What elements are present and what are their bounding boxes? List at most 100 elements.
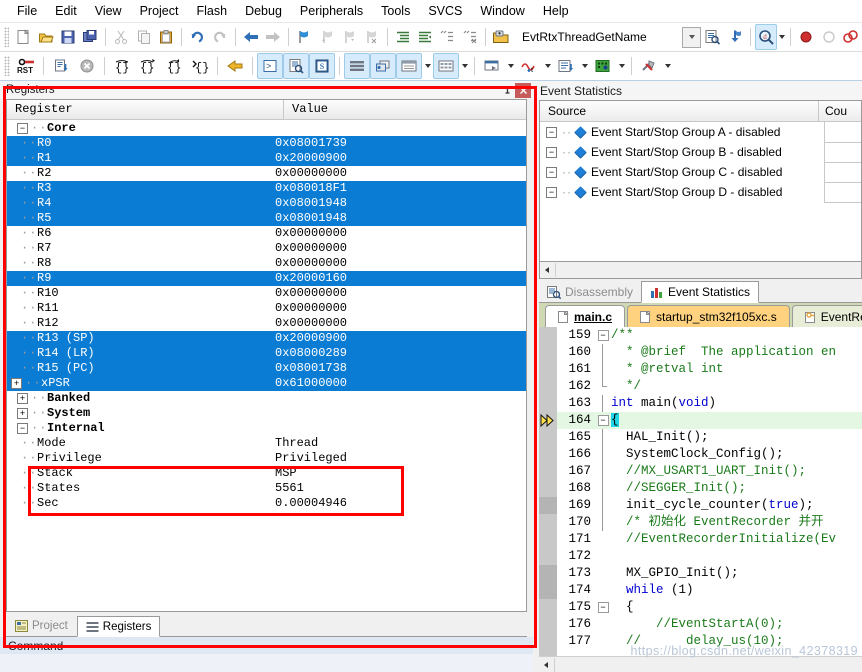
memory-window-icon[interactable]: [433, 53, 459, 79]
scroll-left-icon[interactable]: [540, 263, 556, 277]
register-value[interactable]: 0x00000000: [275, 301, 526, 316]
menu-item-peripherals[interactable]: Peripherals: [291, 2, 372, 20]
event-statistics-row[interactable]: − ·· Event Start/Stop Group A - disabled: [540, 122, 861, 143]
stop-circle-icon[interactable]: [817, 24, 839, 50]
code-line[interactable]: 161 * @retval int: [557, 361, 862, 378]
pin-icon[interactable]: [499, 83, 515, 98]
register-row[interactable]: ···· States 5561: [7, 481, 526, 496]
register-value[interactable]: 0x08001739: [275, 136, 526, 151]
paste-icon[interactable]: [155, 24, 177, 50]
menu-item-help[interactable]: Help: [534, 2, 578, 20]
symbols-icon[interactable]: S: [309, 53, 335, 79]
reset-icon[interactable]: RST: [13, 53, 39, 79]
register-row[interactable]: ···· R11 0x00000000: [7, 301, 526, 316]
tab-registers[interactable]: Registers: [76, 616, 161, 637]
fold-marker[interactable]: [595, 395, 611, 412]
toolbox-icon[interactable]: [636, 53, 662, 79]
bookmark-prev-icon[interactable]: [316, 24, 338, 50]
serial-window-icon[interactable]: [479, 53, 505, 79]
step-into-icon[interactable]: {}: [109, 53, 135, 79]
tree-toggle-icon[interactable]: −: [17, 123, 28, 134]
open-folder-icon[interactable]: [34, 24, 56, 50]
register-row[interactable]: ···· R14 (LR) 0x08000289: [7, 346, 526, 361]
system-viewer-icon[interactable]: [590, 53, 616, 79]
register-row[interactable]: ···· R7 0x00000000: [7, 241, 526, 256]
register-row[interactable]: ···· Sec 0.00004946: [7, 496, 526, 511]
step-out-icon[interactable]: {}: [161, 53, 187, 79]
event-statistics-hscrollbar[interactable]: [539, 262, 862, 279]
chevron-down-icon[interactable]: [682, 26, 702, 48]
menu-item-file[interactable]: File: [8, 2, 46, 20]
cut-icon[interactable]: [110, 24, 132, 50]
code-lines[interactable]: 159−/** 160 * @brief The application en 16…: [557, 327, 862, 656]
code-line[interactable]: 170 /* 初始化 EventRecorder 并开: [557, 514, 862, 531]
register-group-row[interactable]: − ··· Core: [7, 121, 526, 136]
fold-marker[interactable]: [595, 548, 611, 565]
tree-toggle-icon[interactable]: +: [11, 378, 22, 389]
file-tab-startup-s[interactable]: startup_stm32f105xc.s: [627, 305, 790, 327]
register-row[interactable]: ···· R15 (PC) 0x08001738: [7, 361, 526, 376]
fold-marker[interactable]: −: [595, 412, 611, 429]
system-viewer-dropdown-arrow[interactable]: [616, 54, 627, 78]
register-row[interactable]: ···· R6 0x00000000: [7, 226, 526, 241]
code-line[interactable]: 172: [557, 548, 862, 565]
save-all-icon[interactable]: [79, 24, 101, 50]
fold-toggle-icon[interactable]: −: [597, 415, 609, 426]
tree-toggle-icon[interactable]: −: [546, 166, 557, 178]
event-statistics-row[interactable]: − ·· Event Start/Stop Group C - disabled: [540, 161, 861, 183]
code-line[interactable]: 171 //EventRecorderInitialize(Ev: [557, 531, 862, 548]
code-line[interactable]: 169 init_cycle_counter(true);: [557, 497, 862, 514]
tree-toggle-icon[interactable]: +: [17, 393, 28, 404]
column-header-source[interactable]: Source: [540, 101, 818, 121]
column-header-register[interactable]: Register: [7, 100, 284, 119]
bookmark-toggle-icon[interactable]: [293, 24, 315, 50]
register-value[interactable]: 0x00000000: [275, 316, 526, 331]
tab-project[interactable]: Project: [6, 615, 77, 636]
fold-marker[interactable]: −: [595, 327, 611, 344]
watch-window-icon[interactable]: [396, 53, 422, 79]
menu-item-svcs[interactable]: SVCS: [419, 2, 471, 20]
function-combo[interactable]: EvtRtxThreadGetName: [518, 26, 702, 48]
register-row[interactable]: ···· Mode Thread: [7, 436, 526, 451]
registers-tree[interactable]: − ··· Core ···· R0 0x08001739 ···· R1 0x20000900…: [7, 120, 526, 611]
fold-toggle-icon[interactable]: −: [597, 602, 609, 613]
register-value[interactable]: 0x00000000: [275, 226, 526, 241]
fold-marker[interactable]: −: [595, 599, 611, 616]
register-group-row[interactable]: − ··· Internal: [7, 421, 526, 436]
register-value[interactable]: 0x080018F1: [275, 181, 526, 196]
fold-marker[interactable]: [595, 514, 611, 531]
register-row[interactable]: ···· R5 0x08001948: [7, 211, 526, 226]
new-file-icon[interactable]: [12, 24, 34, 50]
trace-dropdown-arrow[interactable]: [579, 54, 590, 78]
register-value[interactable]: 0x20000160: [275, 271, 526, 286]
menu-item-project[interactable]: Project: [131, 2, 188, 20]
code-line[interactable]: 168 //SEGGER_Init();: [557, 480, 862, 497]
toolbar-grip[interactable]: [4, 56, 10, 76]
tree-toggle-icon[interactable]: +: [17, 408, 28, 419]
copy-icon[interactable]: [133, 24, 155, 50]
outdent-icon[interactable]: [414, 24, 436, 50]
stop-icon[interactable]: [74, 53, 100, 79]
menu-item-debug[interactable]: Debug: [236, 2, 291, 20]
link-icon[interactable]: [840, 24, 862, 50]
menu-item-tools[interactable]: Tools: [372, 2, 419, 20]
magnify-dropdown-arrow[interactable]: [777, 25, 786, 49]
fold-marker[interactable]: [595, 480, 611, 497]
event-statistics-row[interactable]: − ·· Event Start/Stop Group B - disabled: [540, 141, 861, 163]
code-line[interactable]: 173 MX_GPIO_Init();: [557, 565, 862, 582]
bookmark-clear-icon[interactable]: [360, 24, 382, 50]
register-row[interactable]: ···· Stack MSP: [7, 466, 526, 481]
register-row[interactable]: ···· R10 0x00000000: [7, 286, 526, 301]
register-row[interactable]: ···· R13 (SP) 0x20000900: [7, 331, 526, 346]
register-row[interactable]: ···· R4 0x08001948: [7, 196, 526, 211]
menu-item-edit[interactable]: Edit: [46, 2, 86, 20]
fold-toggle-icon[interactable]: −: [597, 330, 609, 341]
run-to-main-icon[interactable]: [48, 53, 74, 79]
code-line[interactable]: 174 while (1): [557, 582, 862, 599]
register-row[interactable]: ···· R12 0x00000000: [7, 316, 526, 331]
registers-icon[interactable]: [344, 53, 370, 79]
register-row[interactable]: ···· R2 0x00000000: [7, 166, 526, 181]
trace-icon[interactable]: [553, 53, 579, 79]
uncomment-icon[interactable]: [458, 24, 480, 50]
bookmark-next-icon[interactable]: [338, 24, 360, 50]
